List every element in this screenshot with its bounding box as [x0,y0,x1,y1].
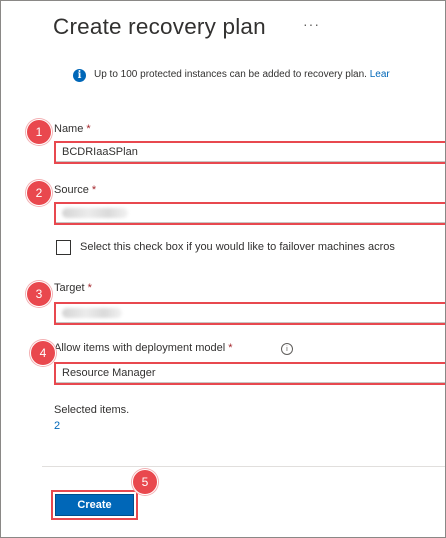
redacted-value [62,308,122,318]
page-title: Create recovery plan [53,14,266,39]
target-label: Target * [54,282,92,294]
learn-more-link[interactable]: Lear [370,69,390,80]
deployment-model-dropdown[interactable]: Resource Manager [55,363,445,383]
callout-1: 1 [26,119,52,145]
source-label: Source * [54,184,97,196]
callout-2: 2 [26,180,52,206]
callout-4: 4 [30,340,56,366]
failover-checkbox-label: Select this check box if you would like … [80,241,395,253]
footer-divider [42,466,445,467]
selected-items-count-link[interactable]: 2 [54,420,60,432]
question-icon[interactable]: i [281,343,293,355]
required-marker: * [86,123,91,135]
info-icon: i [73,69,86,82]
required-marker: * [228,342,233,354]
required-marker: * [87,282,92,294]
required-marker: * [91,184,97,196]
create-recovery-plan-panel: Create recovery plan ··· i Up to 100 pro… [0,0,446,538]
create-button[interactable]: Create [55,494,134,516]
selected-items-label: Selected items. [54,404,130,416]
deployment-model-label: Allow items with deployment model * [54,342,233,354]
callout-5: 5 [132,469,158,495]
callout-3: 3 [26,281,52,307]
more-options-button[interactable]: ··· [303,16,320,32]
name-label: Name * [54,123,91,135]
target-dropdown[interactable] [55,303,445,323]
name-input[interactable]: BCDRIaaSPlan [55,142,445,162]
redacted-value [62,208,128,218]
info-text: Up to 100 protected instances can be add… [94,69,367,80]
failover-checkbox[interactable] [56,240,71,255]
source-dropdown[interactable] [55,203,445,223]
